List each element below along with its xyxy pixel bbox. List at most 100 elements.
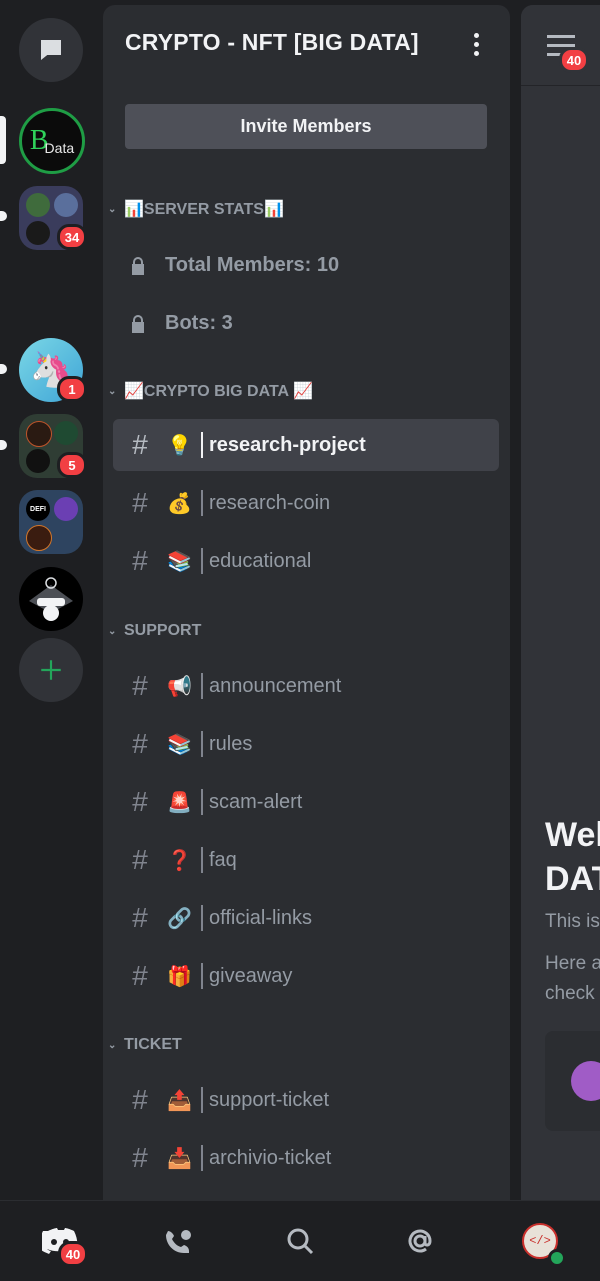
direct-messages-button[interactable] [19, 18, 83, 82]
welcome-text: Here a [545, 953, 600, 974]
home-tab[interactable]: 40 [40, 1221, 88, 1267]
channel-research-project[interactable]: # 💡 research-project [113, 419, 499, 471]
profile-tab[interactable]: </> [520, 1221, 566, 1267]
hashtag-icon: # [132, 728, 148, 759]
welcome-title: Wel DAT [545, 813, 600, 901]
stat-label: Total Members: 10 [165, 254, 340, 276]
divider [201, 789, 203, 815]
folder-server-avatar [26, 525, 52, 551]
category-ticket[interactable]: ⌄ TICKET [108, 1036, 182, 1054]
gift-icon: 🎁 [167, 965, 192, 988]
mentions-tab[interactable] [400, 1221, 440, 1261]
hashtag-icon: # [132, 786, 148, 817]
server-name[interactable]: CRYPTO - NFT [BIG DATA] [125, 29, 419, 56]
defi-avatar: DEFI [26, 497, 50, 521]
home-badge: 40 [58, 1241, 88, 1267]
welcome-title-line: DAT [545, 860, 600, 898]
hashtag-icon: # [132, 1084, 148, 1115]
hashtag-icon: # [132, 429, 148, 460]
channel-name: educational [209, 549, 312, 572]
search-tab[interactable] [280, 1221, 320, 1261]
divider [201, 673, 203, 699]
folder-server-avatar [54, 421, 78, 445]
outbox-icon: 📤 [167, 1089, 192, 1112]
channel-name: rules [209, 732, 253, 755]
channel-faq[interactable]: # ❓ faq [113, 834, 499, 886]
channel-educational[interactable]: # 📚 educational [113, 535, 499, 587]
hashtag-icon: # [132, 670, 148, 701]
divider [201, 548, 203, 574]
unread-indicator [0, 211, 7, 221]
invite-members-button[interactable]: Invite Members [125, 104, 487, 149]
welcome-subtitle: This is [545, 911, 600, 932]
folder-server-avatar [54, 497, 78, 521]
channel-name: faq [209, 848, 237, 871]
add-server-button[interactable] [19, 638, 83, 702]
category-label: SUPPORT [124, 622, 202, 639]
at-sign-icon [408, 1229, 432, 1253]
search-icon [287, 1228, 314, 1255]
channel-name: giveaway [209, 964, 293, 987]
folder-server-avatar [26, 449, 50, 473]
lightbulb-icon: 💡 [167, 434, 192, 457]
channel-research-coin[interactable]: # 💰 research-coin [113, 477, 499, 529]
channel-name: scam-alert [209, 790, 303, 813]
unread-indicator [0, 440, 7, 450]
books-icon: 📚 [167, 550, 192, 573]
channel-name: official-links [209, 906, 312, 929]
friends-tab[interactable] [160, 1221, 200, 1261]
chat-bubble-icon [41, 40, 61, 60]
server-icon-unicorn[interactable]: 🦄 1 [19, 338, 87, 402]
server-icon-bigdata[interactable]: B Data [19, 108, 85, 174]
channel-support-ticket[interactable]: # 📤 support-ticket [113, 1074, 499, 1126]
chevron-down-icon: ⌄ [108, 1039, 117, 1051]
stat-channel-members[interactable]: Total Members: 10 [129, 254, 339, 277]
bottom-nav: 40 </> [0, 1200, 600, 1281]
channel-giveaway[interactable]: # 🎁 giveaway [113, 950, 499, 1002]
channel-sidebar: CRYPTO - NFT [BIG DATA] Invite Members ⌄… [103, 5, 510, 1200]
chevron-down-icon: ⌄ [108, 385, 117, 397]
server-folder-3[interactable]: DEFI [19, 490, 83, 554]
channel-scam-alert[interactable]: # 🚨 scam-alert [113, 776, 499, 828]
unread-indicator [0, 364, 7, 374]
mention-badge: 5 [57, 452, 87, 478]
selected-server-indicator [0, 116, 6, 164]
channel-archivio-ticket[interactable]: # 📥 archivio-ticket [113, 1132, 499, 1184]
channel-name: archivio-ticket [209, 1146, 332, 1169]
folder-server-avatar [26, 221, 50, 245]
server-folder-2[interactable]: 5 [19, 414, 87, 478]
welcome-card[interactable] [545, 1031, 600, 1131]
server-menu-icon[interactable] [474, 33, 480, 60]
channel-announcement[interactable]: # 📢 announcement [113, 660, 499, 712]
online-status-icon [548, 1249, 566, 1267]
chat-pane: 40 Wel DAT This is Here a check [521, 5, 600, 1200]
mention-badge: 34 [57, 224, 87, 250]
hashtag-icon: # [132, 545, 148, 576]
lock-icon [132, 314, 144, 333]
category-crypto-big-data[interactable]: ⌄ 📈CRYPTO BIG DATA 📈 [108, 381, 313, 401]
divider [201, 847, 203, 873]
welcome-title-line: Wel [545, 816, 600, 854]
megaphone-icon: 📢 [167, 675, 192, 698]
server-folder-1[interactable]: 34 [19, 186, 87, 250]
link-icon: 🔗 [167, 907, 192, 930]
category-server-stats[interactable]: ⌄ 📊SERVER STATS📊 [108, 199, 284, 219]
channel-name: announcement [209, 674, 342, 697]
chevron-down-icon: ⌄ [108, 203, 117, 215]
category-label: 📊SERVER STATS📊 [124, 201, 284, 218]
money-bag-icon: 💰 [167, 492, 192, 515]
folder-server-avatar [26, 193, 50, 217]
question-mark-icon: ❓ [167, 849, 192, 872]
server-rail: B Data 34 🦄 1 5 DEFI [0, 0, 103, 1200]
chat-header: 40 [521, 5, 600, 86]
stat-label: Bots: 3 [165, 312, 233, 334]
category-support[interactable]: ⌄ SUPPORT [108, 622, 201, 640]
channel-rules[interactable]: # 📚 rules [113, 718, 499, 770]
locked-hashtag-icon: # [132, 1142, 148, 1173]
folder-server-avatar [54, 193, 78, 217]
server-icon-mask[interactable] [19, 567, 83, 631]
channel-name: support-ticket [209, 1088, 330, 1111]
divider [201, 905, 203, 931]
stat-channel-bots[interactable]: Bots: 3 [129, 312, 233, 335]
channel-official-links[interactable]: # 🔗 official-links [113, 892, 499, 944]
